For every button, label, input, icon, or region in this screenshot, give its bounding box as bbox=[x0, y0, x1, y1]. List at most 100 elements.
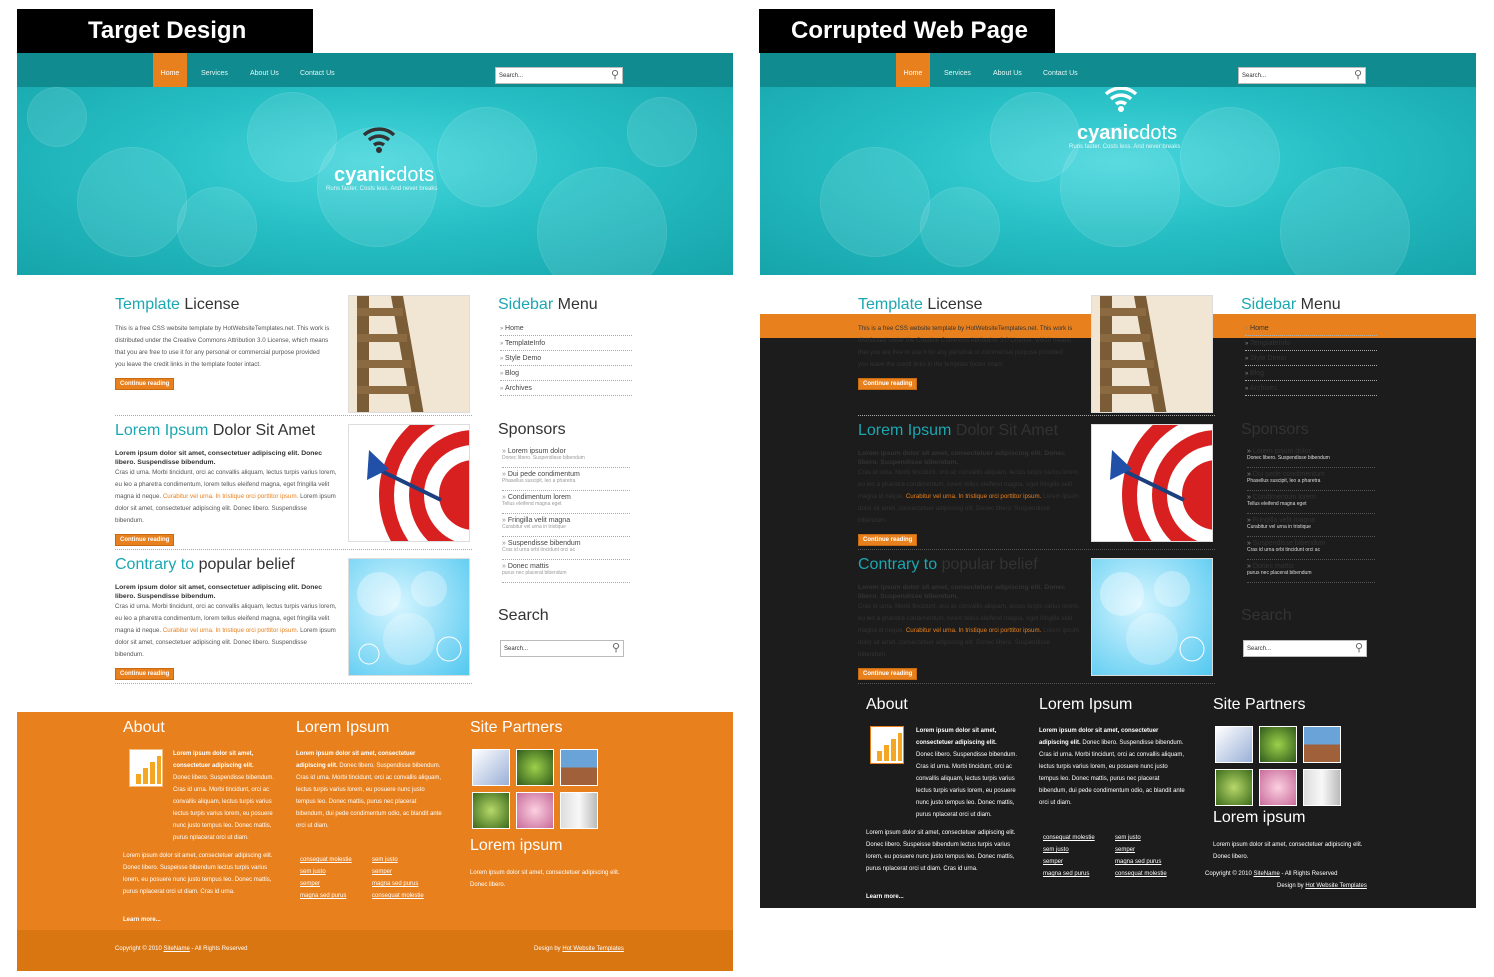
footer-link[interactable]: sem justo bbox=[300, 866, 352, 878]
sponsor-item[interactable]: Donec mattispurus nec placerat bibendum bbox=[1247, 560, 1375, 583]
footer-about-text-2: Lorem ipsum dolor sit amet, consectetuer… bbox=[123, 853, 273, 895]
partner-window-image[interactable] bbox=[560, 792, 598, 829]
continue-reading-button[interactable]: Continue reading bbox=[858, 668, 918, 680]
sidebar-item-templateinfo[interactable]: TemplateInfo bbox=[500, 336, 632, 351]
footer-link[interactable]: sem justo bbox=[372, 854, 424, 866]
sponsor-item[interactable]: Fringilla velit magnaCurabitur vel urna … bbox=[502, 514, 630, 537]
partner-flowers-image[interactable] bbox=[1259, 769, 1297, 806]
nav-home[interactable]: Home bbox=[153, 53, 187, 87]
footer-about-title: About bbox=[123, 719, 165, 736]
sponsors-title: Sponsors bbox=[498, 421, 566, 438]
continue-reading-button[interactable]: Continue reading bbox=[115, 378, 175, 390]
footer-link[interactable]: magna sed purus bbox=[1043, 868, 1095, 880]
footer-link[interactable]: semper bbox=[372, 866, 424, 878]
footer-link[interactable]: magna sed purus bbox=[372, 878, 424, 890]
sidebar-item-blog[interactable]: Blog bbox=[500, 366, 632, 381]
search-icon[interactable]: ⚲ bbox=[612, 642, 620, 654]
sitename-link[interactable]: SiteName bbox=[1253, 871, 1279, 877]
footer-link[interactable]: sem justo bbox=[1043, 844, 1095, 856]
sitename-link[interactable]: SiteName bbox=[163, 946, 189, 952]
continue-reading-button[interactable]: Continue reading bbox=[858, 378, 918, 390]
sidebar-item-style-demo[interactable]: Style Demo bbox=[1245, 351, 1377, 366]
dartboard-image bbox=[1091, 424, 1213, 542]
footer-link[interactable]: consequat molestie bbox=[372, 890, 424, 902]
sponsor-item[interactable]: Fringilla velit magnaCurabitur vel urna … bbox=[1247, 514, 1375, 537]
footer-link[interactable]: consequat molestie bbox=[300, 854, 352, 866]
sponsor-item[interactable]: Condimentum loremTellus eleifend magna e… bbox=[502, 491, 630, 514]
sponsor-item[interactable]: Suspendisse bibendumCras id urna orbi ti… bbox=[1247, 537, 1375, 560]
partner-mountain-image[interactable] bbox=[560, 749, 598, 786]
search-icon[interactable]: ⚲ bbox=[1355, 642, 1363, 654]
nav-bar: Home Services About Us Contact Us Search… bbox=[17, 53, 733, 87]
footer-lorem-title: Lorem Ipsum bbox=[1039, 696, 1133, 713]
sponsor-item[interactable]: Condimentum loremTellus eleifend magna e… bbox=[1247, 491, 1375, 514]
footer-links-left: consequat molestie sem justo semper magn… bbox=[1043, 832, 1095, 880]
article-link[interactable]: Curabitur vel urna. In tristique orci po… bbox=[163, 493, 299, 500]
search-icon[interactable]: ⚲ bbox=[1354, 69, 1362, 81]
partner-frog-image[interactable] bbox=[516, 749, 554, 786]
sponsor-item[interactable]: Dui pede condimentumPhasellus suscipit, … bbox=[502, 468, 630, 491]
footer-link[interactable]: semper bbox=[300, 878, 352, 890]
nav-contact[interactable]: Contact Us bbox=[300, 53, 335, 87]
nav-about[interactable]: About Us bbox=[250, 53, 279, 87]
article-title: Contrary to popular belief bbox=[858, 556, 1038, 573]
sponsors-list: Lorem ipsum dolorDonec libero. Suspendis… bbox=[502, 445, 630, 583]
sponsor-item[interactable]: Suspendisse bibendumCras id urna orbi ti… bbox=[502, 537, 630, 560]
nav-contact[interactable]: Contact Us bbox=[1043, 53, 1078, 87]
partner-plant-image[interactable] bbox=[472, 792, 510, 829]
sidebar-item-archives[interactable]: Archives bbox=[500, 381, 632, 396]
sidebar-item-style-demo[interactable]: Style Demo bbox=[500, 351, 632, 366]
footer-link[interactable]: sem justo bbox=[1115, 832, 1167, 844]
designer-link[interactable]: Hot Website Templates bbox=[1305, 883, 1366, 889]
partner-window-image[interactable] bbox=[1303, 769, 1341, 806]
nav-services[interactable]: Services bbox=[201, 53, 228, 87]
nav-home[interactable]: Home bbox=[896, 53, 930, 87]
designer-link[interactable]: Hot Website Templates bbox=[562, 946, 623, 952]
partner-mountain-image[interactable] bbox=[1303, 726, 1341, 763]
partner-plant-image[interactable] bbox=[1215, 769, 1253, 806]
sponsor-item[interactable]: Donec mattispurus nec placerat bibendum bbox=[502, 560, 630, 583]
partner-dna-image[interactable] bbox=[472, 749, 510, 786]
partner-frog-image[interactable] bbox=[1259, 726, 1297, 763]
article-link[interactable]: Curabitur vel urna. In tristique orci po… bbox=[163, 627, 299, 634]
sidebar-search-input[interactable]: Search... ⚲ bbox=[1243, 640, 1367, 657]
sponsor-item[interactable]: Lorem ipsum dolorDonec libero. Suspendis… bbox=[502, 445, 630, 468]
continue-reading-button[interactable]: Continue reading bbox=[858, 534, 918, 546]
footer-link[interactable]: semper bbox=[1043, 856, 1095, 868]
header-search-input[interactable]: Search... ⚲ bbox=[1238, 67, 1366, 84]
continue-reading-button[interactable]: Continue reading bbox=[115, 668, 175, 680]
sponsor-item[interactable]: Dui pede condimentumPhasellus suscipit, … bbox=[1247, 468, 1375, 491]
search-placeholder: Search... bbox=[1247, 646, 1272, 652]
site-logo[interactable]: cyanicdots bbox=[1077, 122, 1177, 145]
article-title: Lorem Ipsum Dolor Sit Amet bbox=[115, 422, 316, 439]
partner-dna-image[interactable] bbox=[1215, 726, 1253, 763]
copyright-text: Copyright © 2010 SiteName - All Rights R… bbox=[1205, 871, 1338, 877]
footer-link[interactable]: magna sed purus bbox=[300, 890, 352, 902]
continue-reading-button[interactable]: Continue reading bbox=[115, 534, 175, 546]
footer-link[interactable]: semper bbox=[1115, 844, 1167, 856]
article-link[interactable]: Curabitur vel urna. In tristique orci po… bbox=[906, 627, 1042, 634]
partner-flowers-image[interactable] bbox=[516, 792, 554, 829]
footer-link[interactable]: consequat molestie bbox=[1043, 832, 1095, 844]
header-search-input[interactable]: Search... ⚲ bbox=[495, 67, 623, 84]
sidebar-search-input[interactable]: Search... ⚲ bbox=[500, 640, 624, 657]
sidebar-item-archives[interactable]: Archives bbox=[1245, 381, 1377, 396]
sponsor-item[interactable]: Lorem ipsum dolorDonec libero. Suspendis… bbox=[1247, 445, 1375, 468]
footer-about-text: Lorem ipsum dolor sit amet, consectetuer… bbox=[173, 751, 275, 841]
sidebar-item-blog[interactable]: Blog bbox=[1245, 366, 1377, 381]
search-icon[interactable]: ⚲ bbox=[611, 69, 619, 81]
sidebar-item-templateinfo[interactable]: TemplateInfo bbox=[1245, 336, 1377, 351]
footer-link[interactable]: consequat molestie bbox=[1115, 868, 1167, 880]
sidebar-item-home[interactable]: Home bbox=[500, 321, 632, 336]
learn-more-link[interactable]: Learn more... bbox=[123, 914, 161, 926]
site-logo[interactable]: cyanicdots bbox=[334, 164, 434, 187]
article-link[interactable]: Curabitur vel urna. In tristique orci po… bbox=[906, 493, 1042, 500]
nav-about[interactable]: About Us bbox=[993, 53, 1022, 87]
sponsors-list: Lorem ipsum dolorDonec libero. Suspendis… bbox=[1247, 445, 1375, 583]
footer-lorem-text: Lorem ipsum dolor sit amet, consectetuer… bbox=[1039, 728, 1185, 806]
learn-more-link[interactable]: Learn more... bbox=[866, 891, 904, 903]
footer-link[interactable]: magna sed purus bbox=[1115, 856, 1167, 868]
nav-services[interactable]: Services bbox=[944, 53, 971, 87]
sidebar-item-home[interactable]: Home bbox=[1245, 321, 1377, 336]
footer-lorem2-text: Lorem ipsum dolor sit amet, consectetuer… bbox=[1213, 842, 1363, 860]
